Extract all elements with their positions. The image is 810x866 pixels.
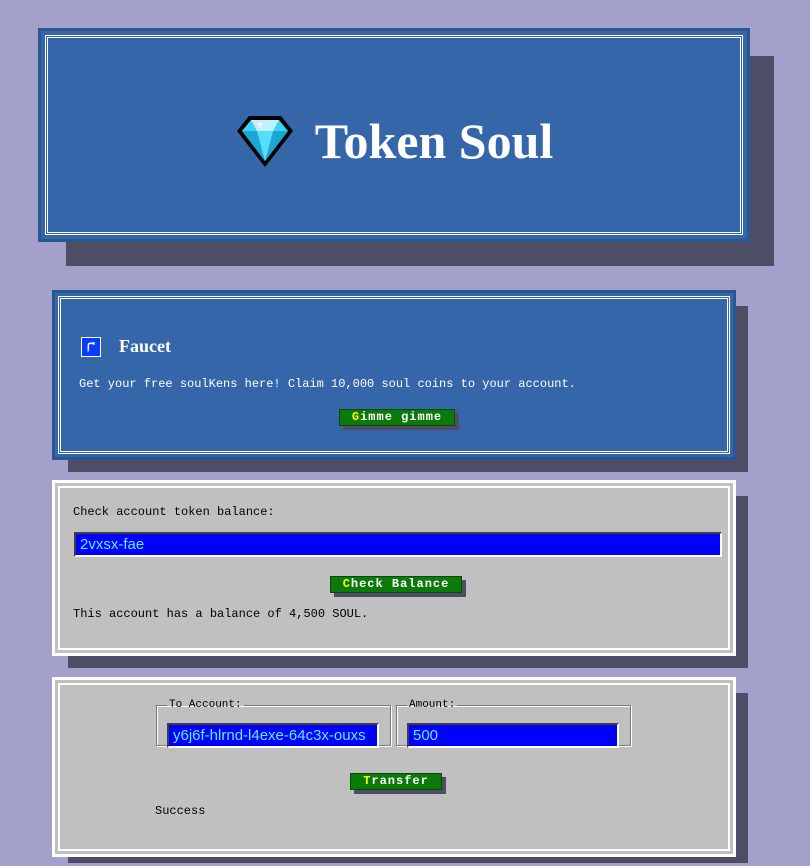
amount-input[interactable]: 500: [407, 723, 619, 748]
to-account-label: To Account:: [169, 699, 242, 711]
gimme-button-initial: G: [351, 410, 361, 424]
header-inner-border: Token Soul: [45, 35, 743, 235]
faucet-description: Get your free soulKens here! Claim 10,00…: [79, 377, 576, 391]
account-input[interactable]: 2vxsx-fae: [74, 532, 722, 557]
balance-panel: Check account token balance: 2vxsx-fae C…: [52, 480, 736, 656]
header-banner: Token Soul: [38, 28, 750, 242]
balance-result: This account has a balance of 4,500 SOUL…: [73, 607, 369, 621]
faucet-icon: [81, 337, 101, 357]
transfer-status: Success: [155, 804, 206, 818]
to-account-fieldset: To Account: y6j6f-hlrnd-l4exe-64c3x-ouxs: [156, 699, 391, 748]
transfer-panel: To Account: y6j6f-hlrnd-l4exe-64c3x-ouxs…: [52, 677, 736, 857]
balance-inner-border: Check account token balance: 2vxsx-fae C…: [58, 486, 730, 650]
gimme-button[interactable]: Gimme gimme: [339, 409, 455, 426]
faucet-panel: Faucet Get your free soulKens here! Clai…: [52, 290, 736, 460]
check-balance-button[interactable]: Check Balance: [330, 576, 462, 593]
faucet-heading: Faucet: [119, 336, 171, 356]
to-account-input[interactable]: y6j6f-hlrnd-l4exe-64c3x-ouxs: [167, 723, 379, 748]
faucet-inner-border: Faucet Get your free soulKens here! Clai…: [58, 296, 730, 454]
diamond-icon: [236, 116, 293, 167]
gimme-button-label: imme gimme: [360, 410, 443, 424]
amount-fieldset: Amount: 500: [396, 699, 631, 748]
amount-label: Amount:: [409, 699, 456, 711]
transfer-button[interactable]: Transfer: [350, 773, 442, 790]
title-wrap: Token Soul: [48, 113, 740, 169]
transfer-inner-border: To Account: y6j6f-hlrnd-l4exe-64c3x-ouxs…: [58, 683, 730, 851]
balance-prompt: Check account token balance:: [73, 505, 275, 519]
check-balance-label: heck Balance: [350, 577, 450, 591]
check-balance-initial: C: [342, 577, 351, 591]
transfer-button-label: ransfer: [371, 774, 429, 788]
page-title: Token Soul: [314, 113, 554, 169]
